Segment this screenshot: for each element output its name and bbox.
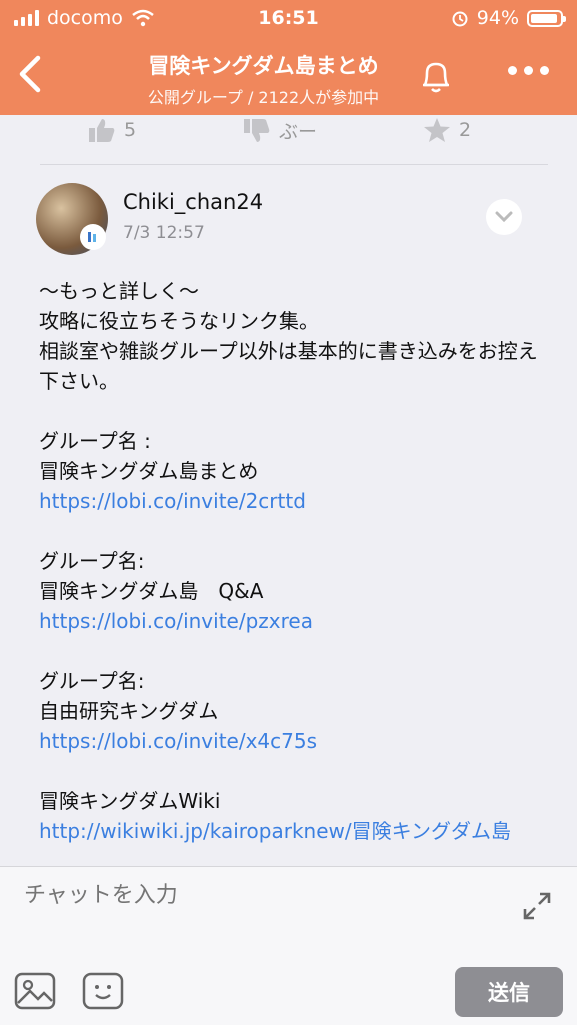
group-label: グループ名:	[39, 669, 145, 693]
dislike-label: ぶー	[279, 121, 318, 143]
group-name: 冒険キングダム島 Q&A	[39, 579, 264, 603]
image-icon[interactable]	[14, 971, 56, 1011]
battery-percent: 94%	[476, 7, 519, 29]
post-timestamp: 7/3 12:57	[123, 223, 205, 243]
back-icon[interactable]	[14, 52, 46, 96]
status-bar: docomo 16:51 94%	[0, 0, 577, 38]
chat-input[interactable]	[22, 882, 486, 909]
star-button[interactable]: 2	[423, 117, 471, 143]
post-username[interactable]: Chiki_chan24	[123, 190, 263, 214]
post-menu-button[interactable]	[486, 199, 522, 235]
like-count: 5	[124, 119, 137, 141]
emoji-icon[interactable]	[82, 971, 124, 1011]
wiki-link[interactable]: http://wikiwiki.jp/kairoparknew/冒険キングダム島	[39, 816, 539, 846]
app-header: docomo 16:51 94% 冒険キングダム島まとめ 公開グループ / 21…	[0, 0, 577, 115]
battery-fill	[531, 13, 558, 23]
bell-icon[interactable]	[417, 56, 455, 96]
wiki-title: 冒険キングダムWiki	[39, 789, 221, 813]
more-icon[interactable]	[508, 66, 549, 75]
battery-icon	[527, 9, 566, 27]
like-button[interactable]: 5	[88, 117, 136, 143]
group-link[interactable]: https://lobi.co/invite/2crttd	[39, 486, 539, 516]
composer: 送信	[0, 866, 577, 1025]
group-label: グループ名:	[39, 549, 145, 573]
post-line: 相談室や雑談グループ以外は基本的に書き込みをお控え下さい。	[39, 339, 538, 393]
reaction-bar: 5 ぶー 2	[0, 115, 577, 163]
group-link[interactable]: https://lobi.co/invite/pzxrea	[39, 606, 539, 636]
expand-icon[interactable]	[521, 890, 553, 922]
chevron-down-icon	[495, 211, 513, 223]
group-name: 冒険キングダム島まとめ	[39, 459, 259, 483]
group-link[interactable]: https://lobi.co/invite/x4c75s	[39, 726, 539, 756]
post-body: 〜もっと詳しく〜 攻略に役立ちそうなリンク集。 相談室や雑談グループ以外は基本的…	[39, 276, 539, 846]
post-line: 〜もっと詳しく〜	[39, 279, 199, 303]
thumbs-up-icon	[89, 119, 115, 142]
star-icon	[424, 118, 450, 142]
thumbs-down-icon	[244, 118, 270, 142]
page-subtitle: 公開グループ / 2122人が参加中	[147, 88, 380, 107]
group-name: 自由研究キングダム	[39, 699, 219, 723]
page-title: 冒険キングダム島まとめ	[148, 54, 379, 78]
post-line: 攻略に役立ちそうなリンク集。	[39, 309, 319, 333]
star-count: 2	[459, 119, 472, 141]
send-button[interactable]: 送信	[455, 967, 563, 1017]
alarm-icon	[452, 11, 468, 27]
header-title-block: 冒険キングダム島まとめ 公開グループ / 2122人が参加中	[90, 50, 437, 108]
lobi-badge-icon	[80, 224, 106, 250]
group-label: グループ名 :	[39, 429, 151, 453]
dislike-button[interactable]: ぶー	[243, 117, 317, 144]
divider	[40, 164, 548, 165]
